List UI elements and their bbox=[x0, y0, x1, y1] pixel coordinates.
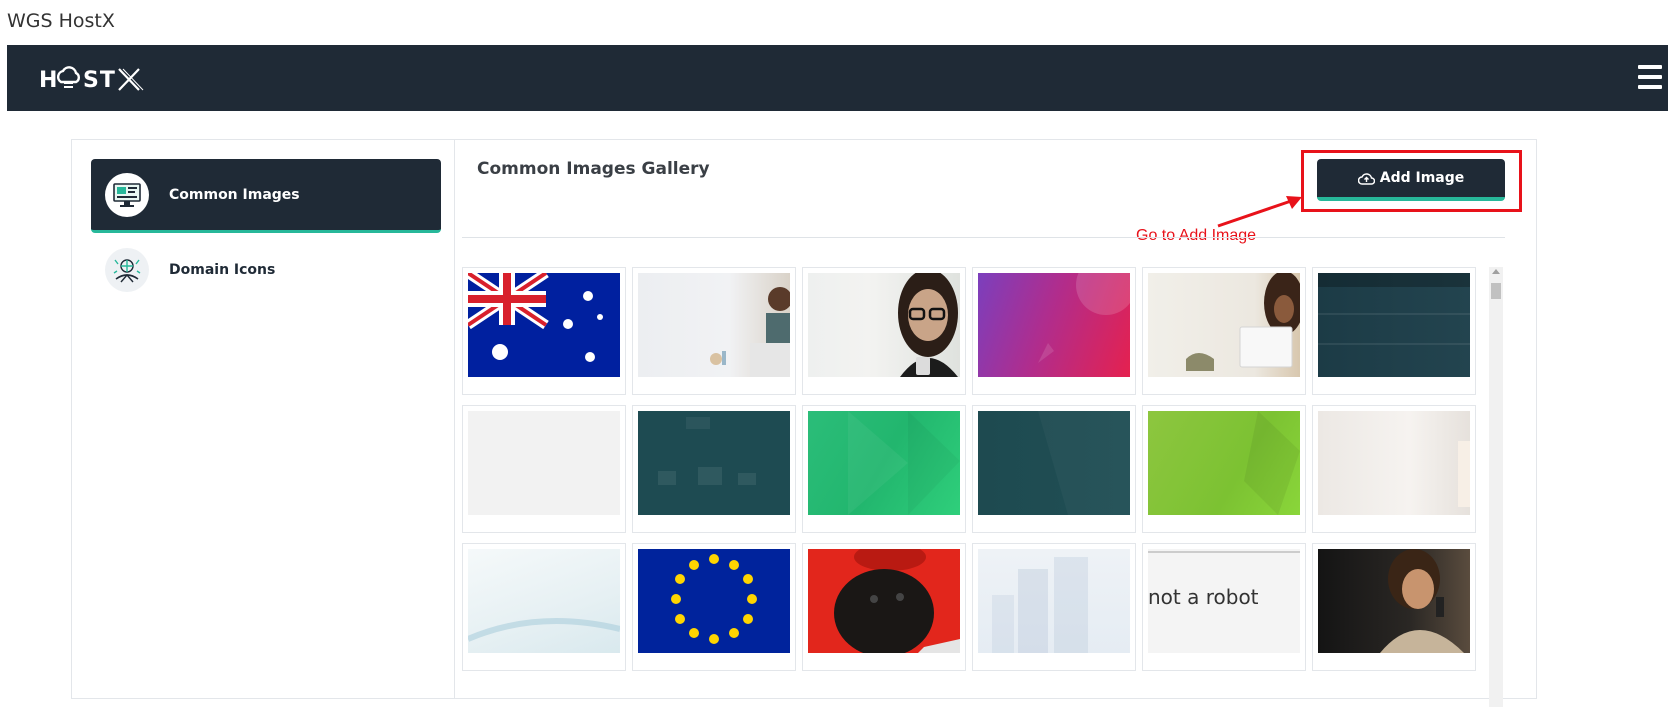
header-divider bbox=[462, 237, 1505, 238]
gallery-thumbnail[interactable] bbox=[462, 405, 626, 533]
sidebar-item-label: Common Images bbox=[169, 186, 300, 203]
blurred-light-room-image bbox=[1318, 411, 1470, 515]
monitor-gallery-icon bbox=[105, 172, 149, 217]
woman-laptop-desk-image bbox=[1148, 273, 1300, 377]
woman-glasses-phone-image bbox=[808, 273, 960, 377]
annotation-label: Go to Add Image bbox=[1136, 227, 1257, 244]
gallery-sidebar: Common Images Domain Icons bbox=[72, 140, 455, 698]
brand-logo[interactable]: H ST bbox=[39, 63, 151, 93]
gallery-thumbnail[interactable] bbox=[632, 543, 796, 671]
lime-geometric-image bbox=[1148, 411, 1300, 515]
svg-text:ST: ST bbox=[83, 68, 116, 93]
page-title: WGS HostX bbox=[7, 10, 115, 32]
sidebar-item-label: Domain Icons bbox=[169, 262, 276, 278]
hostx-logo-icon: H ST bbox=[39, 66, 144, 93]
australia-flag-image bbox=[468, 273, 620, 377]
captcha-text: not a robot bbox=[1148, 585, 1259, 609]
gallery-thumbnail[interactable] bbox=[802, 405, 966, 533]
image-grid: not a robot bbox=[462, 267, 1482, 671]
svg-text:H: H bbox=[39, 68, 58, 93]
city-buildings-light-image bbox=[978, 549, 1130, 653]
gallery-thumbnail[interactable] bbox=[1312, 543, 1476, 671]
green-geometric-image bbox=[808, 411, 960, 515]
sidebar-item-common-images[interactable]: Common Images bbox=[91, 159, 441, 233]
light-wave-image bbox=[468, 549, 620, 653]
hamburger-menu-icon[interactable] bbox=[1638, 65, 1662, 89]
sidebar-item-domain-icons[interactable]: Domain Icons bbox=[91, 233, 441, 307]
add-image-button[interactable]: Add Image bbox=[1317, 159, 1505, 201]
globe-network-icon bbox=[105, 248, 149, 292]
top-navbar: H ST bbox=[7, 45, 1668, 111]
scroll-up-icon[interactable] bbox=[1492, 269, 1500, 274]
gallery-thumbnail[interactable] bbox=[462, 543, 626, 671]
gallery-thumbnail[interactable] bbox=[632, 267, 796, 395]
woman-on-phone-image bbox=[1318, 549, 1470, 653]
annotation-arrow-icon bbox=[1217, 196, 1302, 228]
gallery-thumbnail[interactable] bbox=[972, 405, 1136, 533]
gallery-thumbnail[interactable] bbox=[972, 267, 1136, 395]
gallery-card: Common Images Domain Icons Common Images… bbox=[71, 139, 1538, 707]
gallery-scrollbar[interactable] bbox=[1489, 267, 1503, 707]
gallery-thumbnail[interactable]: not a robot bbox=[1142, 543, 1306, 671]
eu-flag-image bbox=[638, 549, 790, 653]
gallery-main: Common Images Gallery Add Image Go to Ad… bbox=[456, 140, 1538, 707]
pug-red-beret-image bbox=[808, 549, 960, 653]
cloud-upload-icon bbox=[1357, 172, 1375, 185]
gallery-thumbnail[interactable] bbox=[802, 543, 966, 671]
light-gray-blank-image bbox=[468, 411, 620, 515]
gallery-thumbnail[interactable] bbox=[1312, 405, 1476, 533]
gallery-thumbnail[interactable] bbox=[1142, 405, 1306, 533]
add-image-label: Add Image bbox=[1379, 170, 1465, 186]
gallery-title: Common Images Gallery bbox=[477, 159, 710, 179]
purple-gradient-banner-image bbox=[978, 273, 1130, 377]
gallery-thumbnail[interactable] bbox=[1142, 267, 1306, 395]
woman-laptop-celebrating-image bbox=[638, 273, 790, 377]
scroll-thumb[interactable] bbox=[1491, 283, 1501, 299]
dark-teal-geometric-image bbox=[978, 411, 1130, 515]
captcha-not-a-robot-image: not a robot bbox=[1148, 549, 1300, 653]
gallery-thumbnail[interactable] bbox=[972, 543, 1136, 671]
gallery-thumbnail[interactable] bbox=[632, 405, 796, 533]
teal-workspace-image bbox=[638, 411, 790, 515]
gallery-thumbnail[interactable] bbox=[802, 267, 966, 395]
server-rack-image bbox=[1318, 273, 1470, 377]
gallery-thumbnail[interactable] bbox=[1312, 267, 1476, 395]
gallery-thumbnail[interactable] bbox=[462, 267, 626, 395]
